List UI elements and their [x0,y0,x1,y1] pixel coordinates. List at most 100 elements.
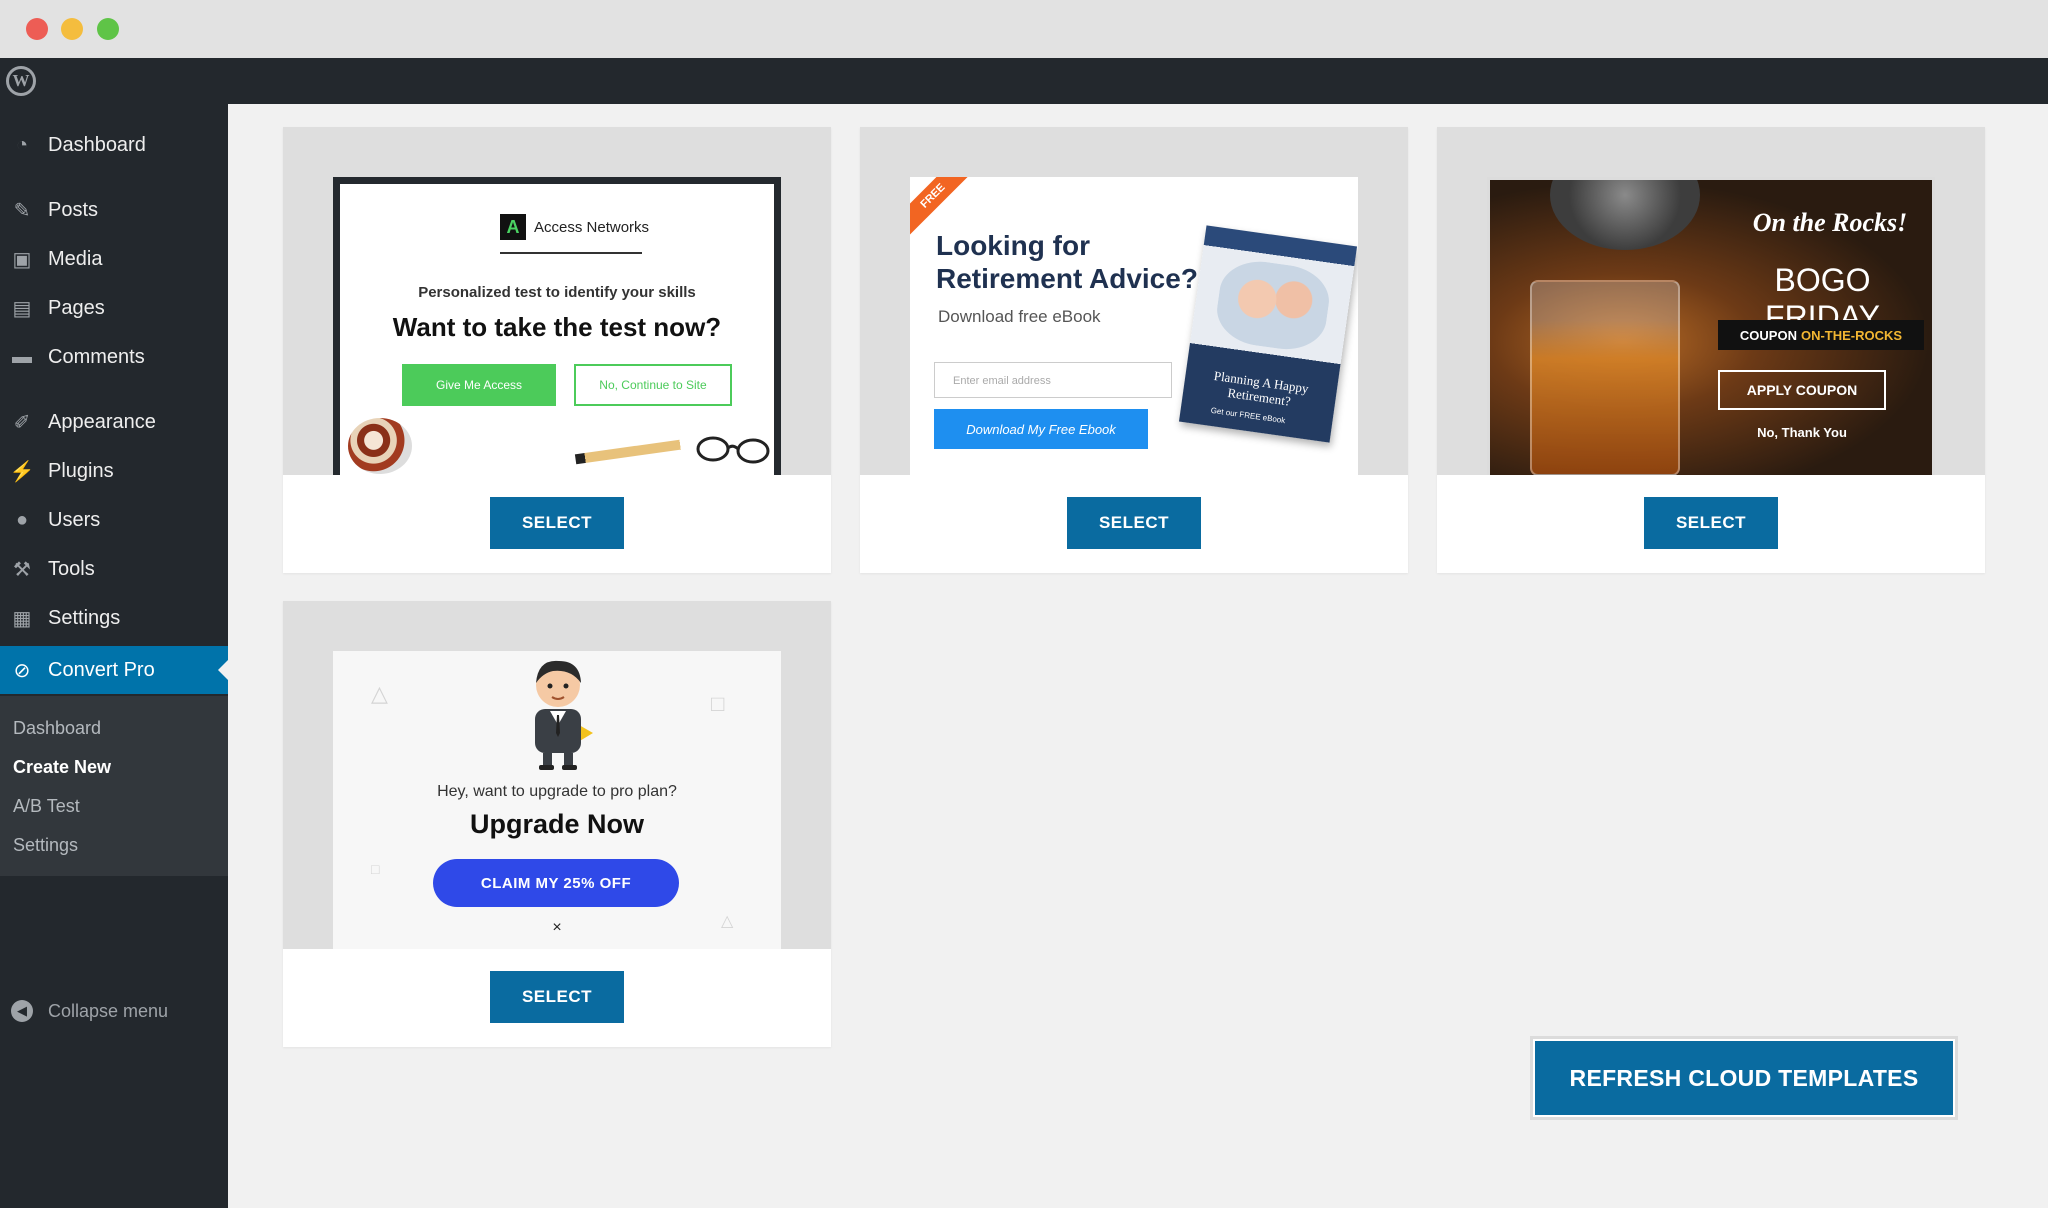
sidebar-item-label: Posts [48,198,99,221]
template-question: Hey, want to upgrade to pro plan? [437,783,677,800]
media-icon: ▣ [12,248,32,271]
logo-text: Access Networks [534,218,650,236]
page-icon: ▤ [12,297,32,320]
apply-coupon-button: APPLY COUPON [1718,370,1886,410]
strainer-image [1550,180,1700,250]
user-icon: ● [15,508,29,531]
template-card: FREE Looking for Retirement Advice? Down… [860,127,1408,573]
submenu-item-dashboard[interactable]: Dashboard [13,718,101,739]
headline-line-1: Looking for [936,230,1090,261]
square-decoration-icon: □ [711,691,725,716]
minimize-window-button[interactable] [61,18,83,40]
brand-logo: A Access Networks [500,214,649,240]
maximize-window-button[interactable] [97,18,119,40]
claim-discount-button: CLAIM MY 25% OFF [433,859,679,907]
brush-icon: ✐ [13,411,31,434]
template-preview[interactable]: FREE Looking for Retirement Advice? Down… [860,127,1408,475]
template-retirement-ebook: FREE Looking for Retirement Advice? Down… [910,177,1358,475]
give-access-button: Give Me Access [402,364,556,406]
template-headline: Want to take the test now? [392,312,722,342]
select-button[interactable]: SELECT [490,497,624,549]
sidebar-item-label: Plugins [48,459,114,482]
sidebar-item-label: Comments [48,345,145,368]
ebook-cover-image: Planning A Happy Retirement? Get our FRE… [1178,225,1358,443]
template-card: On the Rocks! BOGO FRIDAY COUPON ON-THE-… [1437,127,1985,573]
template-upgrade-now: △ □ □ △ Hey, want to upgrade to pro plan… [333,651,781,949]
close-icon: × [552,919,562,936]
pin-icon: ✎ [13,199,31,222]
sidebar-item-label: Convert Pro [48,658,155,681]
close-window-button[interactable] [26,18,48,40]
template-subline: Download free eBook [938,307,1101,326]
collapse-arrow-icon: ◀ [11,1000,33,1022]
sidebar-item-tools[interactable]: ⚒ Tools [0,545,228,593]
submenu-item-ab-test[interactable]: A/B Test [13,796,80,817]
template-preview[interactable]: On the Rocks! BOGO FRIDAY COUPON ON-THE-… [1437,127,1985,475]
businessman-mascot-icon [535,660,593,770]
sidebar-item-users[interactable]: ● Users [0,496,228,544]
headline-line-2: Retirement Advice? [936,263,1198,294]
glasses-icon [696,436,770,464]
sidebar-item-dashboard[interactable]: ◔ Dashboard [0,121,228,169]
settings-icon: ▦ [12,607,32,630]
template-card: △ □ □ △ Hey, want to upgrade to pro plan… [283,601,831,1047]
admin-sidebar: ◔ Dashboard ✎ Posts ▣ Media ▤ Pages ▬ Co… [0,104,228,1208]
sidebar-item-label: Media [48,247,103,270]
template-card: A Access Networks Personalized test to i… [283,127,831,573]
continue-to-site-button: No, Continue to Site [574,364,732,406]
sidebar-item-label: Settings [48,606,121,629]
sidebar-item-convert-pro[interactable]: ⊘ Convert Pro [0,646,228,694]
logo-mark: A [500,214,526,240]
submenu-item-create-new[interactable]: Create New [13,757,111,778]
whiskey-glass-image [1530,280,1680,475]
pencil-image [574,437,696,465]
sidebar-item-pages[interactable]: ▤ Pages [0,284,228,332]
logo-underline [500,252,642,254]
sidebar-item-appearance[interactable]: ✐ Appearance [0,398,228,446]
plug-icon: ⚡ [9,460,35,483]
square-decoration-icon: □ [371,861,380,877]
refresh-cloud-templates-button[interactable]: REFRESH CLOUD TEMPLATES [1535,1041,1953,1115]
triangle-decoration-icon: △ [371,681,388,706]
sidebar-item-settings[interactable]: ▦ Settings [0,594,228,642]
wordpress-logo-icon[interactable]: W [6,66,36,96]
collapse-menu-button[interactable]: ◀ Collapse menu [0,992,228,1032]
template-headline: Upgrade Now [469,809,644,839]
template-subtitle: Personalized test to identify your skill… [418,284,696,301]
sidebar-item-media[interactable]: ▣ Media [0,235,228,283]
bowl-image [348,418,412,474]
template-preview[interactable]: A Access Networks Personalized test to i… [283,127,831,475]
active-indicator-arrow [218,660,228,680]
template-headline: Looking for Retirement Advice? [936,229,1198,295]
dashboard-icon: ◔ [15,133,29,156]
refresh-cloud-templates-button-wrapper: REFRESH CLOUD TEMPLATES [1530,1036,1958,1120]
sidebar-item-label: Pages [48,296,105,319]
comment-icon: ▬ [12,345,32,368]
coupon-banner: COUPON ON-THE-ROCKS [1718,320,1924,350]
select-button[interactable]: SELECT [490,971,624,1023]
sidebar-item-plugins[interactable]: ⚡ Plugins [0,447,228,495]
admin-bar: W [0,58,2048,104]
sidebar-item-label: Tools [48,557,95,580]
select-button[interactable]: SELECT [1644,497,1778,549]
sidebar-item-posts[interactable]: ✎ Posts [0,186,228,234]
dismiss-link: No, Thank You [1757,425,1847,440]
app-window: { "sidebar": { "items": [ {"label": "Das… [0,0,2048,1208]
template-bogo-friday: On the Rocks! BOGO FRIDAY COUPON ON-THE-… [1487,177,1935,475]
convert-pro-icon: ⊘ [13,659,31,682]
sidebar-item-label: Dashboard [48,133,146,156]
submenu-item-settings[interactable]: Settings [13,835,78,856]
coupon-code: ON-THE-ROCKS [1800,327,1903,343]
wrench-icon: ⚒ [13,558,31,581]
sidebar-item-comments[interactable]: ▬ Comments [0,333,228,381]
sidebar-item-label: Users [48,508,101,531]
coupon-prefix: COUPON [1739,327,1797,343]
template-preview[interactable]: △ □ □ △ Hey, want to upgrade to pro plan… [283,601,831,949]
template-access-networks: A Access Networks Personalized test to i… [333,177,781,475]
book-title: Planning A Happy Retirement? [1212,367,1310,409]
free-ribbon: FREE [910,177,973,236]
select-button[interactable]: SELECT [1067,497,1201,549]
sidebar-item-label: Appearance [48,410,156,433]
book-subtitle: Get our FREE eBook [1210,405,1286,426]
download-ebook-button: Download My Free Ebook [934,409,1148,449]
